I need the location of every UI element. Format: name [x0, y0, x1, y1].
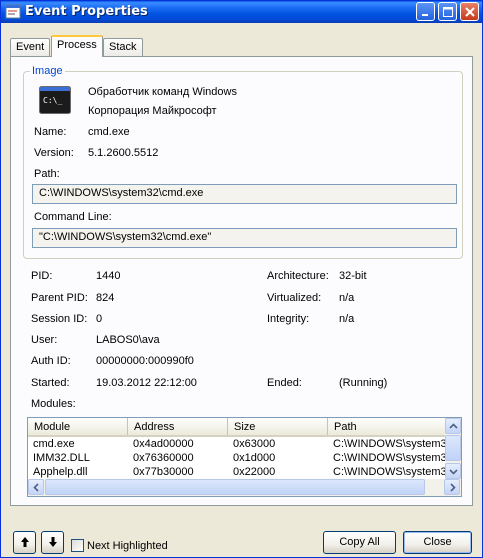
table-row[interactable]: cmd.exe 0x4ad00000 0x63000 C:\WINDOWS\sy… [28, 438, 448, 452]
column-module[interactable]: Module [28, 418, 128, 435]
pid-label: PID: [31, 270, 53, 282]
column-size-label: Size [234, 421, 256, 433]
maximize-button[interactable] [438, 2, 457, 21]
address-cell: 0x77b30000 [133, 466, 194, 478]
chevron-left-icon [33, 483, 39, 492]
name-label: Name: [34, 126, 67, 138]
size-cell: 0x22000 [233, 466, 276, 478]
arrow-up-icon [20, 537, 29, 547]
table-row[interactable]: IMM32.DLL 0x76360000 0x1d000 C:\WINDOWS\… [28, 452, 448, 466]
command-line-field[interactable]: "C:\WINDOWS\system32\cmd.exe" [32, 228, 457, 248]
integrity-value: n/a [339, 313, 355, 325]
close-icon [465, 7, 475, 17]
path-cell: C:\WINDOWS\system3 [333, 452, 445, 464]
modules-list[interactable]: Module Address Size Path cmd.exe 0x4ad00… [27, 417, 462, 497]
architecture-label: Architecture: [267, 270, 329, 282]
architecture-value: 32-bit [339, 270, 367, 282]
ended-label: Ended: [267, 377, 302, 389]
previous-event-button[interactable] [13, 531, 36, 554]
copy-all-button[interactable]: Copy All [323, 531, 396, 554]
session-id-value: 0 [96, 313, 103, 325]
path-cell: C:\WINDOWS\system3 [333, 438, 445, 450]
scroll-left-button[interactable] [28, 479, 44, 495]
version-label: Version: [34, 147, 74, 159]
close-window-button[interactable] [460, 2, 479, 21]
module-cell: Apphelp.dll [33, 466, 88, 478]
auth-id-label: Auth ID: [31, 355, 71, 367]
path-cell: C:\WINDOWS\system3 [333, 466, 445, 478]
auth-id-value: 00000000:000990f0 [96, 355, 194, 367]
chevron-down-icon [449, 469, 458, 475]
column-path-label: Path [334, 421, 357, 433]
close-label: Close [423, 536, 452, 548]
chevron-right-icon [450, 483, 456, 492]
address-cell: 0x4ad00000 [133, 438, 194, 450]
scroll-right-button[interactable] [444, 479, 460, 495]
chevron-up-icon [449, 423, 458, 429]
next-event-button[interactable] [41, 531, 64, 554]
arrow-down-icon [48, 537, 57, 547]
pid-value: 1440 [96, 270, 121, 282]
integrity-label: Integrity: [267, 313, 310, 325]
event-properties-icon [5, 4, 21, 20]
maximize-icon [443, 7, 453, 17]
title-bar[interactable]: Event Properties [1, 1, 482, 23]
session-id-label: Session ID: [31, 313, 88, 325]
next-highlighted-label: Next Highlighted [87, 540, 168, 552]
svg-text:C:\_: C:\_ [43, 96, 62, 105]
scroll-up-button[interactable] [445, 418, 461, 434]
address-cell: 0x76360000 [133, 452, 194, 464]
modules-list-header: Module Address Size Path [28, 418, 448, 437]
size-cell: 0x1d000 [233, 452, 276, 464]
image-description: Обработчик команд Windows [88, 86, 237, 98]
command-line-label: Command Line: [34, 211, 112, 223]
minimize-button[interactable] [416, 2, 435, 21]
path-field[interactable]: C:\WINDOWS\system32\cmd.exe [32, 184, 457, 204]
virtualized-value: n/a [339, 292, 355, 304]
tab-process[interactable]: Process [51, 35, 103, 57]
image-group-legend: Image [30, 65, 65, 77]
table-row[interactable]: Apphelp.dll 0x77b30000 0x22000 C:\WINDOW… [28, 466, 448, 480]
vertical-scroll-thumb[interactable] [445, 435, 461, 461]
module-cell: cmd.exe [33, 438, 75, 450]
window-title: Event Properties [25, 4, 148, 19]
copy-all-label: Copy All [339, 536, 380, 548]
version-value: 5.1.2600.5512 [88, 147, 159, 159]
column-size[interactable]: Size [228, 418, 328, 435]
image-company: Корпорация Майкрософт [88, 105, 217, 117]
path-label: Path: [34, 168, 60, 180]
module-cell: IMM32.DLL [33, 452, 90, 464]
user-value: LABOS0\ava [96, 334, 160, 346]
ended-value: (Running) [339, 377, 388, 389]
started-value: 19.03.2012 22:12:00 [96, 377, 197, 389]
event-properties-window: Event Properties Event Process Stack Ima… [0, 0, 483, 558]
modules-vertical-scrollbar[interactable] [445, 418, 461, 479]
started-label: Started: [31, 377, 70, 389]
modules-label: Modules: [31, 398, 76, 410]
close-button[interactable]: Close [403, 531, 472, 554]
modules-horizontal-scrollbar[interactable] [28, 479, 461, 496]
horizontal-scroll-thumb[interactable] [45, 479, 425, 495]
column-path[interactable]: Path [328, 418, 448, 435]
size-cell: 0x63000 [233, 438, 276, 450]
user-label: User: [31, 334, 58, 346]
tab-event-label: Event [16, 41, 45, 53]
virtualized-label: Virtualized: [267, 292, 322, 304]
column-address-label: Address [134, 421, 175, 433]
parent-pid-label: Parent PID: [31, 292, 88, 304]
tab-stack[interactable]: Stack [103, 38, 143, 56]
scroll-down-button[interactable] [445, 463, 461, 479]
console-icon: C:\_ [39, 86, 71, 114]
parent-pid-value: 824 [96, 292, 115, 304]
minimize-icon [422, 14, 428, 16]
tab-process-label: Process [57, 39, 97, 51]
column-address[interactable]: Address [128, 418, 228, 435]
next-highlighted-checkbox[interactable] [71, 539, 84, 552]
column-module-label: Module [34, 421, 71, 433]
tab-event[interactable]: Event [10, 38, 50, 56]
name-value: cmd.exe [88, 126, 130, 138]
tab-stack-label: Stack [109, 41, 137, 53]
